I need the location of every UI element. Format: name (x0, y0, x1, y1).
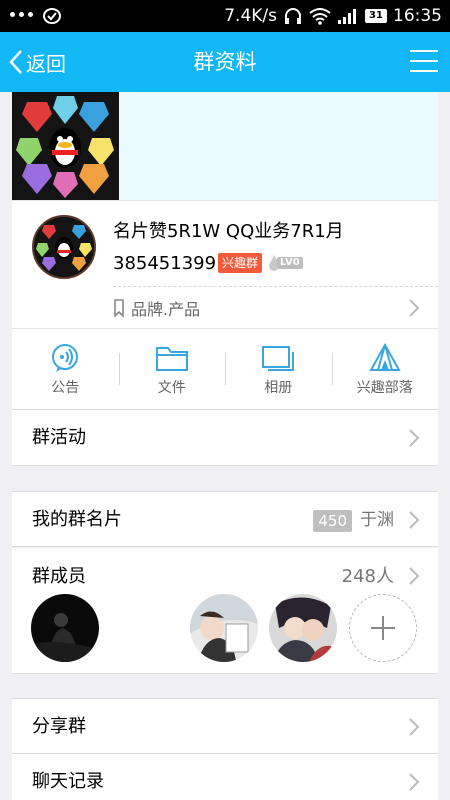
my-group-card-row[interactable]: 我的群名片 450 于渊 (12, 491, 438, 547)
tribe-button[interactable]: 兴趣部落 (331, 329, 439, 409)
plus-icon (371, 616, 395, 640)
chevron-right-icon (409, 299, 420, 317)
my-nickname: 于渊 (360, 510, 394, 530)
member-count: 248人 (341, 566, 394, 587)
announcement-label: 公告 (51, 380, 80, 396)
menu-button[interactable] (410, 50, 438, 74)
tribe-tent-icon (369, 343, 401, 371)
group-name: 名片赞5R1W QQ业务7R1月 (113, 221, 344, 242)
add-member-button[interactable] (349, 594, 417, 662)
card-count-badge: 450 (313, 510, 352, 532)
group-id: 385451399 (113, 253, 217, 274)
hamburger-line (410, 60, 438, 62)
cover-image (12, 92, 119, 200)
files-button[interactable]: 文件 (118, 329, 226, 409)
group-tag: 品牌.产品 (131, 300, 201, 319)
member-avatar[interactable] (31, 594, 99, 662)
back-button[interactable]: 返回 (8, 32, 66, 92)
interest-group-badge: 兴趣群 (218, 253, 263, 273)
level-badge: LV0 (268, 253, 303, 273)
files-label: 文件 (157, 380, 186, 396)
chevron-left-icon (9, 50, 22, 74)
hamburger-line (410, 70, 438, 72)
clock: 16:35 (393, 6, 442, 26)
album-label: 相册 (264, 380, 293, 396)
group-members-section[interactable]: 群成员 248人 (12, 548, 438, 674)
share-group-row[interactable]: 分享群 (12, 698, 438, 754)
level-label: LV0 (277, 257, 303, 269)
chevron-right-icon (409, 429, 420, 447)
hamburger-line (410, 50, 438, 52)
chevron-right-icon (409, 567, 420, 585)
share-group-label: 分享群 (32, 716, 86, 737)
announcement-button[interactable]: 公告 (12, 329, 119, 409)
group-activity-label: 群活动 (32, 427, 86, 448)
title-bar: 返回 群资料 (0, 32, 450, 92)
group-members-label: 群成员 (32, 566, 86, 587)
folder-icon (155, 347, 188, 371)
group-tag-row[interactable]: 品牌.产品 (113, 287, 438, 329)
tribe-label: 兴趣部落 (356, 380, 413, 396)
album-button[interactable]: 相册 (225, 329, 332, 409)
album-icon (262, 346, 295, 371)
group-cover[interactable] (12, 92, 438, 200)
chevron-right-icon (409, 773, 420, 791)
group-info-card: 名片赞5R1W QQ业务7R1月 385451399 兴趣群 LV0 品牌.产品 (12, 200, 438, 328)
page-title: 群资料 (193, 50, 257, 74)
member-avatar[interactable] (269, 594, 337, 662)
my-group-card-label: 我的群名片 (32, 509, 122, 530)
battery-icon: 31 (365, 9, 387, 23)
network-speed: 7.4K/s (224, 6, 277, 26)
quick-actions-bar: 公告 文件 相册 兴趣部落 (12, 328, 438, 410)
bookmark-icon (114, 299, 124, 317)
headphones-icon (285, 8, 301, 24)
wifi-icon (309, 8, 331, 25)
chevron-right-icon (409, 511, 420, 529)
chat-history-row[interactable]: 聊天记录 (12, 754, 438, 800)
group-avatar[interactable] (32, 215, 96, 279)
group-activity-row[interactable]: 群活动 (12, 410, 438, 466)
back-label: 返回 (26, 51, 66, 76)
member-avatar[interactable] (190, 594, 258, 662)
announcement-icon (52, 344, 79, 372)
wechat-status-icon (43, 8, 61, 24)
notification-dots-icon (10, 12, 46, 20)
chevron-right-icon (409, 718, 420, 736)
status-bar: 7.4K/s 31 16:35 (0, 0, 450, 32)
chat-history-label: 聊天记录 (32, 771, 104, 792)
signal-icon (338, 9, 356, 24)
